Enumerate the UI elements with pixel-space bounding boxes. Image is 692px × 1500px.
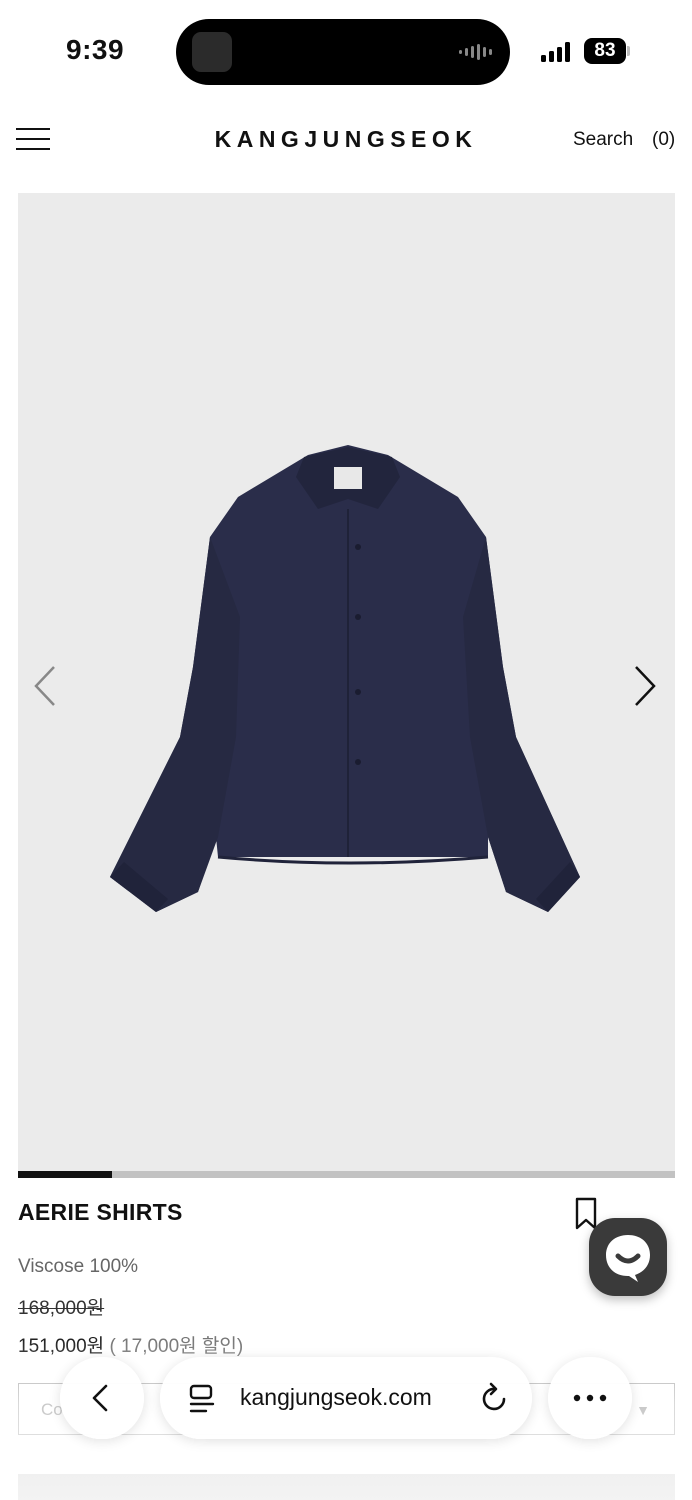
reader-icon: [189, 1384, 215, 1413]
cart-count-link[interactable]: (0): [652, 129, 675, 151]
product-material: Viscose 100%: [18, 1256, 139, 1277]
product-shirt-image: [110, 445, 580, 912]
island-artwork-thumbnail: [192, 32, 232, 72]
buy-button-bar[interactable]: [18, 1474, 675, 1500]
battery-tip: [627, 46, 630, 56]
address-bar[interactable]: kangjungseok.com: [160, 1357, 532, 1439]
gallery-progress-fill: [18, 1171, 112, 1178]
search-link[interactable]: Search: [573, 129, 633, 151]
chat-button[interactable]: [589, 1218, 667, 1296]
signal-icon: [541, 40, 570, 62]
address-url: kangjungseok.com: [240, 1384, 432, 1410]
gallery-progress-bar: [18, 1171, 675, 1178]
discount-note: ( 17,000원 할인): [109, 1336, 244, 1357]
back-icon: [92, 1384, 108, 1412]
product-title: AERIE SHIRTS: [18, 1199, 183, 1225]
battery-icon: 83: [584, 38, 626, 64]
chevron-right-icon[interactable]: [630, 663, 660, 709]
more-icon: [573, 1394, 607, 1402]
status-time: 9:39: [66, 34, 125, 65]
back-button[interactable]: [60, 1357, 144, 1439]
sale-price-row: 151,000원 ( 17,000원 할인): [18, 1331, 243, 1358]
dynamic-island[interactable]: [176, 19, 510, 85]
original-price: 168,000원: [18, 1298, 105, 1319]
more-button[interactable]: [548, 1357, 632, 1439]
chevron-left-icon[interactable]: [30, 663, 60, 709]
product-image-gallery[interactable]: [18, 193, 675, 1171]
dropdown-arrow-icon: ▼: [636, 1402, 650, 1418]
island-audio-wave-icon: [459, 44, 492, 60]
sale-price: 151,000원: [18, 1336, 105, 1357]
reload-icon[interactable]: [480, 1382, 510, 1414]
chat-icon: [606, 1235, 650, 1282]
